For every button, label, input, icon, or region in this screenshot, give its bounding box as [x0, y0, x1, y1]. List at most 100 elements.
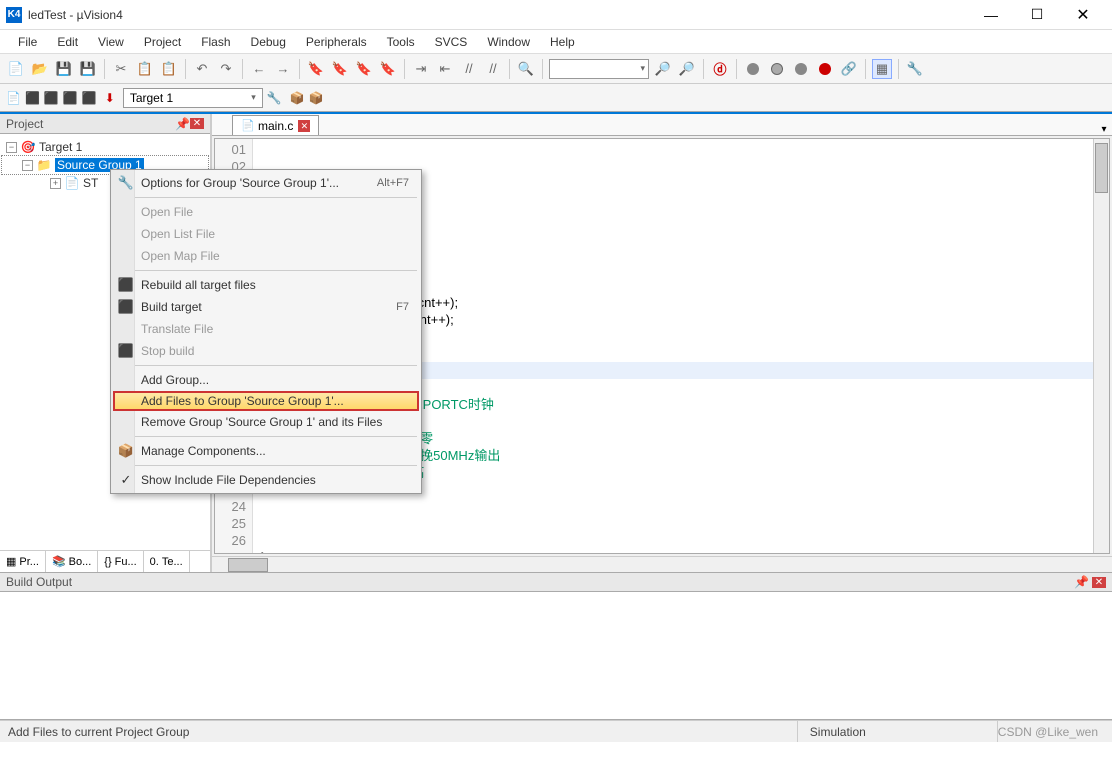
breakpoint2-icon[interactable]: [767, 59, 787, 79]
save-all-icon[interactable]: 💾: [78, 59, 98, 79]
menu-flash[interactable]: Flash: [191, 31, 240, 53]
ctx-item-shortcut: F7: [396, 301, 409, 313]
bookmark-prev-icon[interactable]: 🔖: [330, 59, 350, 79]
expand-icon[interactable]: −: [22, 160, 33, 171]
menu-tools[interactable]: Tools: [377, 31, 425, 53]
expand-icon[interactable]: +: [50, 178, 61, 189]
find-in-files-icon[interactable]: 🔎: [653, 59, 673, 79]
batch-build-icon[interactable]: ⬛: [63, 91, 78, 105]
editor-tab-main[interactable]: 📄 main.c ✕: [232, 115, 319, 135]
file-icon: 📄: [64, 176, 80, 190]
incremental-find-icon[interactable]: 🔎: [677, 59, 697, 79]
breakpoint3-icon[interactable]: [791, 59, 811, 79]
uncomment-icon[interactable]: //: [483, 59, 503, 79]
breakpoint-icon[interactable]: [743, 59, 763, 79]
window-layout-icon[interactable]: ▦: [872, 59, 892, 79]
ctx-item-label: Manage Components...: [141, 444, 266, 458]
ctx-item: Open File: [113, 201, 419, 223]
window-title: ledTest - µVision4: [28, 8, 123, 22]
configure-icon[interactable]: 🔧: [905, 59, 925, 79]
menu-project[interactable]: Project: [134, 31, 191, 53]
redo-icon[interactable]: ↷: [216, 59, 236, 79]
expand-icon[interactable]: −: [6, 142, 17, 153]
find-combo[interactable]: [549, 59, 649, 79]
menu-help[interactable]: Help: [540, 31, 585, 53]
ctx-item-label: Show Include File Dependencies: [141, 473, 316, 487]
ctx-item[interactable]: Add Group...: [113, 369, 419, 391]
menu-edit[interactable]: Edit: [47, 31, 88, 53]
ctx-item-icon: ⬛: [117, 343, 135, 359]
ctx-item[interactable]: ⬛Rebuild all target files: [113, 274, 419, 296]
target-options-icon[interactable]: 🔧: [267, 91, 282, 105]
target-selector[interactable]: Target 1: [123, 88, 263, 108]
menu-file[interactable]: File: [8, 31, 47, 53]
manage-components-icon[interactable]: 📦: [290, 91, 305, 105]
ctx-item[interactable]: ⬛Build targetF7: [113, 296, 419, 318]
ctx-item[interactable]: 🔧Options for Group 'Source Group 1'...Al…: [113, 172, 419, 194]
menu-view[interactable]: View: [88, 31, 134, 53]
bookmark-icon[interactable]: 🔖: [306, 59, 326, 79]
status-message: Add Files to current Project Group: [8, 721, 798, 742]
tab-close-icon[interactable]: ✕: [298, 120, 310, 132]
open-icon[interactable]: 📂: [30, 59, 50, 79]
debug-icon[interactable]: ⓓ: [710, 59, 730, 79]
ctx-item-label: Remove Group 'Source Group 1' and its Fi…: [141, 415, 382, 429]
comment-icon[interactable]: //: [459, 59, 479, 79]
copy-icon[interactable]: 📋: [135, 59, 155, 79]
save-icon[interactable]: 💾: [54, 59, 74, 79]
editor-tab-dropdown[interactable]: ▾: [1096, 124, 1112, 135]
ctx-item-label: Rebuild all target files: [141, 278, 256, 292]
project-pane-title: Project 📌 ✕: [0, 114, 210, 134]
rebuild-icon[interactable]: ⬛: [44, 91, 59, 105]
menu-bar: File Edit View Project Flash Debug Perip…: [0, 30, 1112, 54]
menu-debug[interactable]: Debug: [241, 31, 296, 53]
bookmark-next-icon[interactable]: 🔖: [354, 59, 374, 79]
paste-icon[interactable]: 📋: [159, 59, 179, 79]
build-output-body[interactable]: [0, 592, 1112, 720]
new-icon[interactable]: 📄: [6, 59, 26, 79]
menu-window[interactable]: Window: [477, 31, 540, 53]
folder-icon: 📁: [36, 158, 52, 172]
find-icon[interactable]: 🔍: [516, 59, 536, 79]
pane-close-icon[interactable]: ✕: [1092, 577, 1106, 588]
build-icon[interactable]: ⬛: [25, 91, 40, 105]
undo-icon[interactable]: ↶: [192, 59, 212, 79]
project-bottom-tabs: ▦Pr... 📚Bo... {}Fu... 0.Te...: [0, 550, 210, 572]
nav-back-icon[interactable]: ←: [249, 59, 269, 79]
horizontal-scrollbar[interactable]: [212, 556, 1112, 572]
tree-root[interactable]: − 🎯 Target 1: [2, 138, 208, 156]
tab-functions[interactable]: {}Fu...: [98, 551, 143, 572]
ctx-item: Open Map File: [113, 245, 419, 267]
stop-build-icon[interactable]: ⬛: [82, 91, 97, 105]
ctx-item[interactable]: Remove Group 'Source Group 1' and its Fi…: [113, 411, 419, 433]
menu-svcs[interactable]: SVCS: [425, 31, 478, 53]
ctx-item-label: Open File: [141, 205, 193, 219]
tab-templates[interactable]: 0.Te...: [144, 551, 190, 572]
ctx-item[interactable]: ✓Show Include File Dependencies: [113, 469, 419, 491]
pin-icon[interactable]: 📌: [1074, 575, 1089, 589]
outdent-icon[interactable]: ⇤: [435, 59, 455, 79]
ctx-item[interactable]: 📦Manage Components...: [113, 440, 419, 462]
manage-rte-icon[interactable]: 📦: [309, 91, 324, 105]
disable-breakpoints-icon[interactable]: 🔗: [839, 59, 859, 79]
kill-breakpoints-icon[interactable]: [815, 59, 835, 79]
pane-close-icon[interactable]: ✕: [190, 118, 204, 129]
download-icon[interactable]: ⬇: [105, 91, 115, 105]
indent-icon[interactable]: ⇥: [411, 59, 431, 79]
menu-peripherals[interactable]: Peripherals: [296, 31, 377, 53]
status-simulation: Simulation: [798, 721, 998, 742]
bookmark-clear-icon[interactable]: 🔖: [378, 59, 398, 79]
pin-icon[interactable]: 📌: [175, 117, 187, 131]
nav-fwd-icon[interactable]: →: [273, 59, 293, 79]
close-button[interactable]: ✕: [1060, 0, 1106, 30]
ctx-item-label: Options for Group 'Source Group 1'...: [141, 176, 339, 190]
cut-icon[interactable]: ✂: [111, 59, 131, 79]
tab-project[interactable]: ▦Pr...: [0, 551, 46, 572]
ctx-item[interactable]: Add Files to Group 'Source Group 1'...: [113, 391, 419, 411]
minimize-button[interactable]: —: [968, 0, 1014, 30]
tab-books[interactable]: 📚Bo...: [46, 551, 98, 572]
ctx-item-icon: ⬛: [117, 299, 135, 315]
ctx-item: ⬛Stop build: [113, 340, 419, 362]
translate-icon[interactable]: 📄: [6, 91, 21, 105]
maximize-button[interactable]: ☐: [1014, 0, 1060, 30]
